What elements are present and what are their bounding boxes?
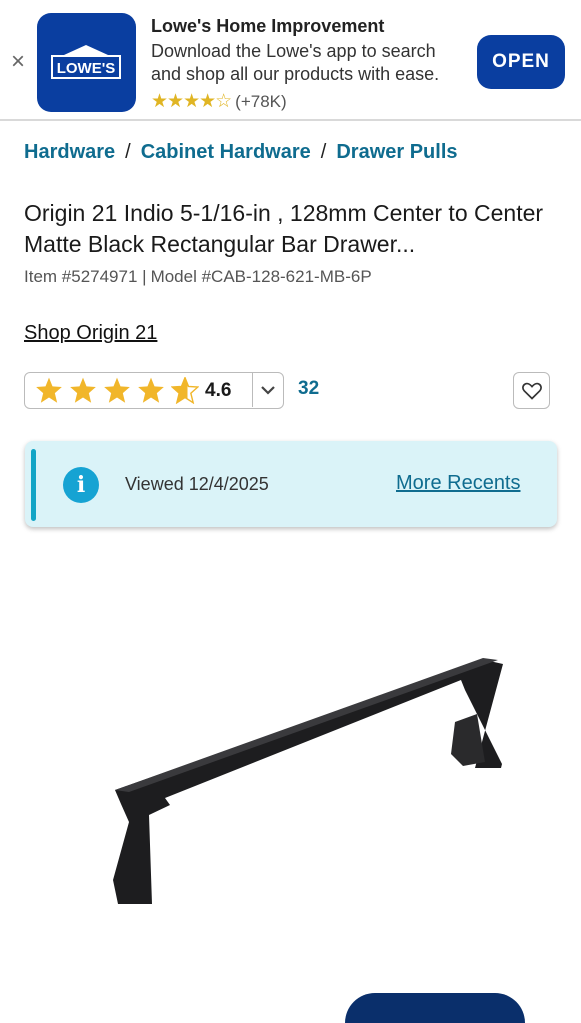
breadcrumb-cabinet-hardware[interactable]: Cabinet Hardware xyxy=(141,141,311,164)
star-icon xyxy=(36,377,62,403)
viewed-date: Viewed 12/4/2025 xyxy=(125,474,269,494)
star-icon xyxy=(138,377,164,403)
product-image[interactable] xyxy=(95,650,515,910)
product-title: Origin 21 Indio 5-1/16-in , 128mm Center… xyxy=(24,200,544,257)
chevron-down-icon[interactable] xyxy=(252,373,283,407)
info-icon: i xyxy=(63,467,99,503)
rating-widget[interactable]: 4.6 xyxy=(24,372,284,409)
rating-stars xyxy=(35,377,199,404)
rating-value: 4.6 xyxy=(205,379,232,401)
review-count-link[interactable]: 32 xyxy=(298,378,319,400)
app-banner: × LOWE'S Lowe's Home Improvement Downloa… xyxy=(0,0,581,121)
breadcrumb-separator: / xyxy=(320,141,327,163)
breadcrumb-separator: / xyxy=(125,141,131,163)
banner-rating: ★★★★☆ (+78K) xyxy=(151,90,287,113)
recently-viewed-banner: i Viewed 12/4/2025 More Recents xyxy=(25,441,557,527)
item-meta: Item #5274971 | Model #CAB-128-621-MB-6P xyxy=(24,267,372,287)
accent-bar xyxy=(31,449,36,521)
close-icon[interactable]: × xyxy=(8,50,28,74)
star-icon xyxy=(104,377,130,403)
more-recents-link[interactable]: More Recents xyxy=(396,472,521,495)
breadcrumb: Hardware / Cabinet Hardware / Drawer Pul… xyxy=(24,141,458,164)
logo-text: LOWE'S xyxy=(57,60,116,77)
star-icon xyxy=(70,377,96,403)
breadcrumb-drawer-pulls[interactable]: Drawer Pulls xyxy=(336,141,457,164)
open-app-button[interactable]: OPEN xyxy=(477,35,565,89)
model-number: Model #CAB-128-621-MB-6P xyxy=(150,267,372,286)
banner-rating-count: (+78K) xyxy=(235,91,287,111)
banner-title: Lowe's Home Improvement xyxy=(151,16,385,36)
breadcrumb-hardware[interactable]: Hardware xyxy=(24,141,115,164)
banner-description: Download the Lowe's app to search and sh… xyxy=(151,41,440,84)
star-rating-icon: ★★★★☆ xyxy=(151,91,232,112)
lowes-app-logo: LOWE'S xyxy=(37,13,136,112)
bottom-sheet-edge xyxy=(345,993,525,1023)
star-half-icon xyxy=(171,377,199,404)
favorite-button[interactable] xyxy=(513,372,550,409)
heart-icon xyxy=(521,382,542,400)
item-number: Item #5274971 | xyxy=(24,267,147,286)
shop-brand-link[interactable]: Shop Origin 21 xyxy=(24,322,157,345)
lowes-logo-icon: LOWE'S xyxy=(51,45,121,79)
